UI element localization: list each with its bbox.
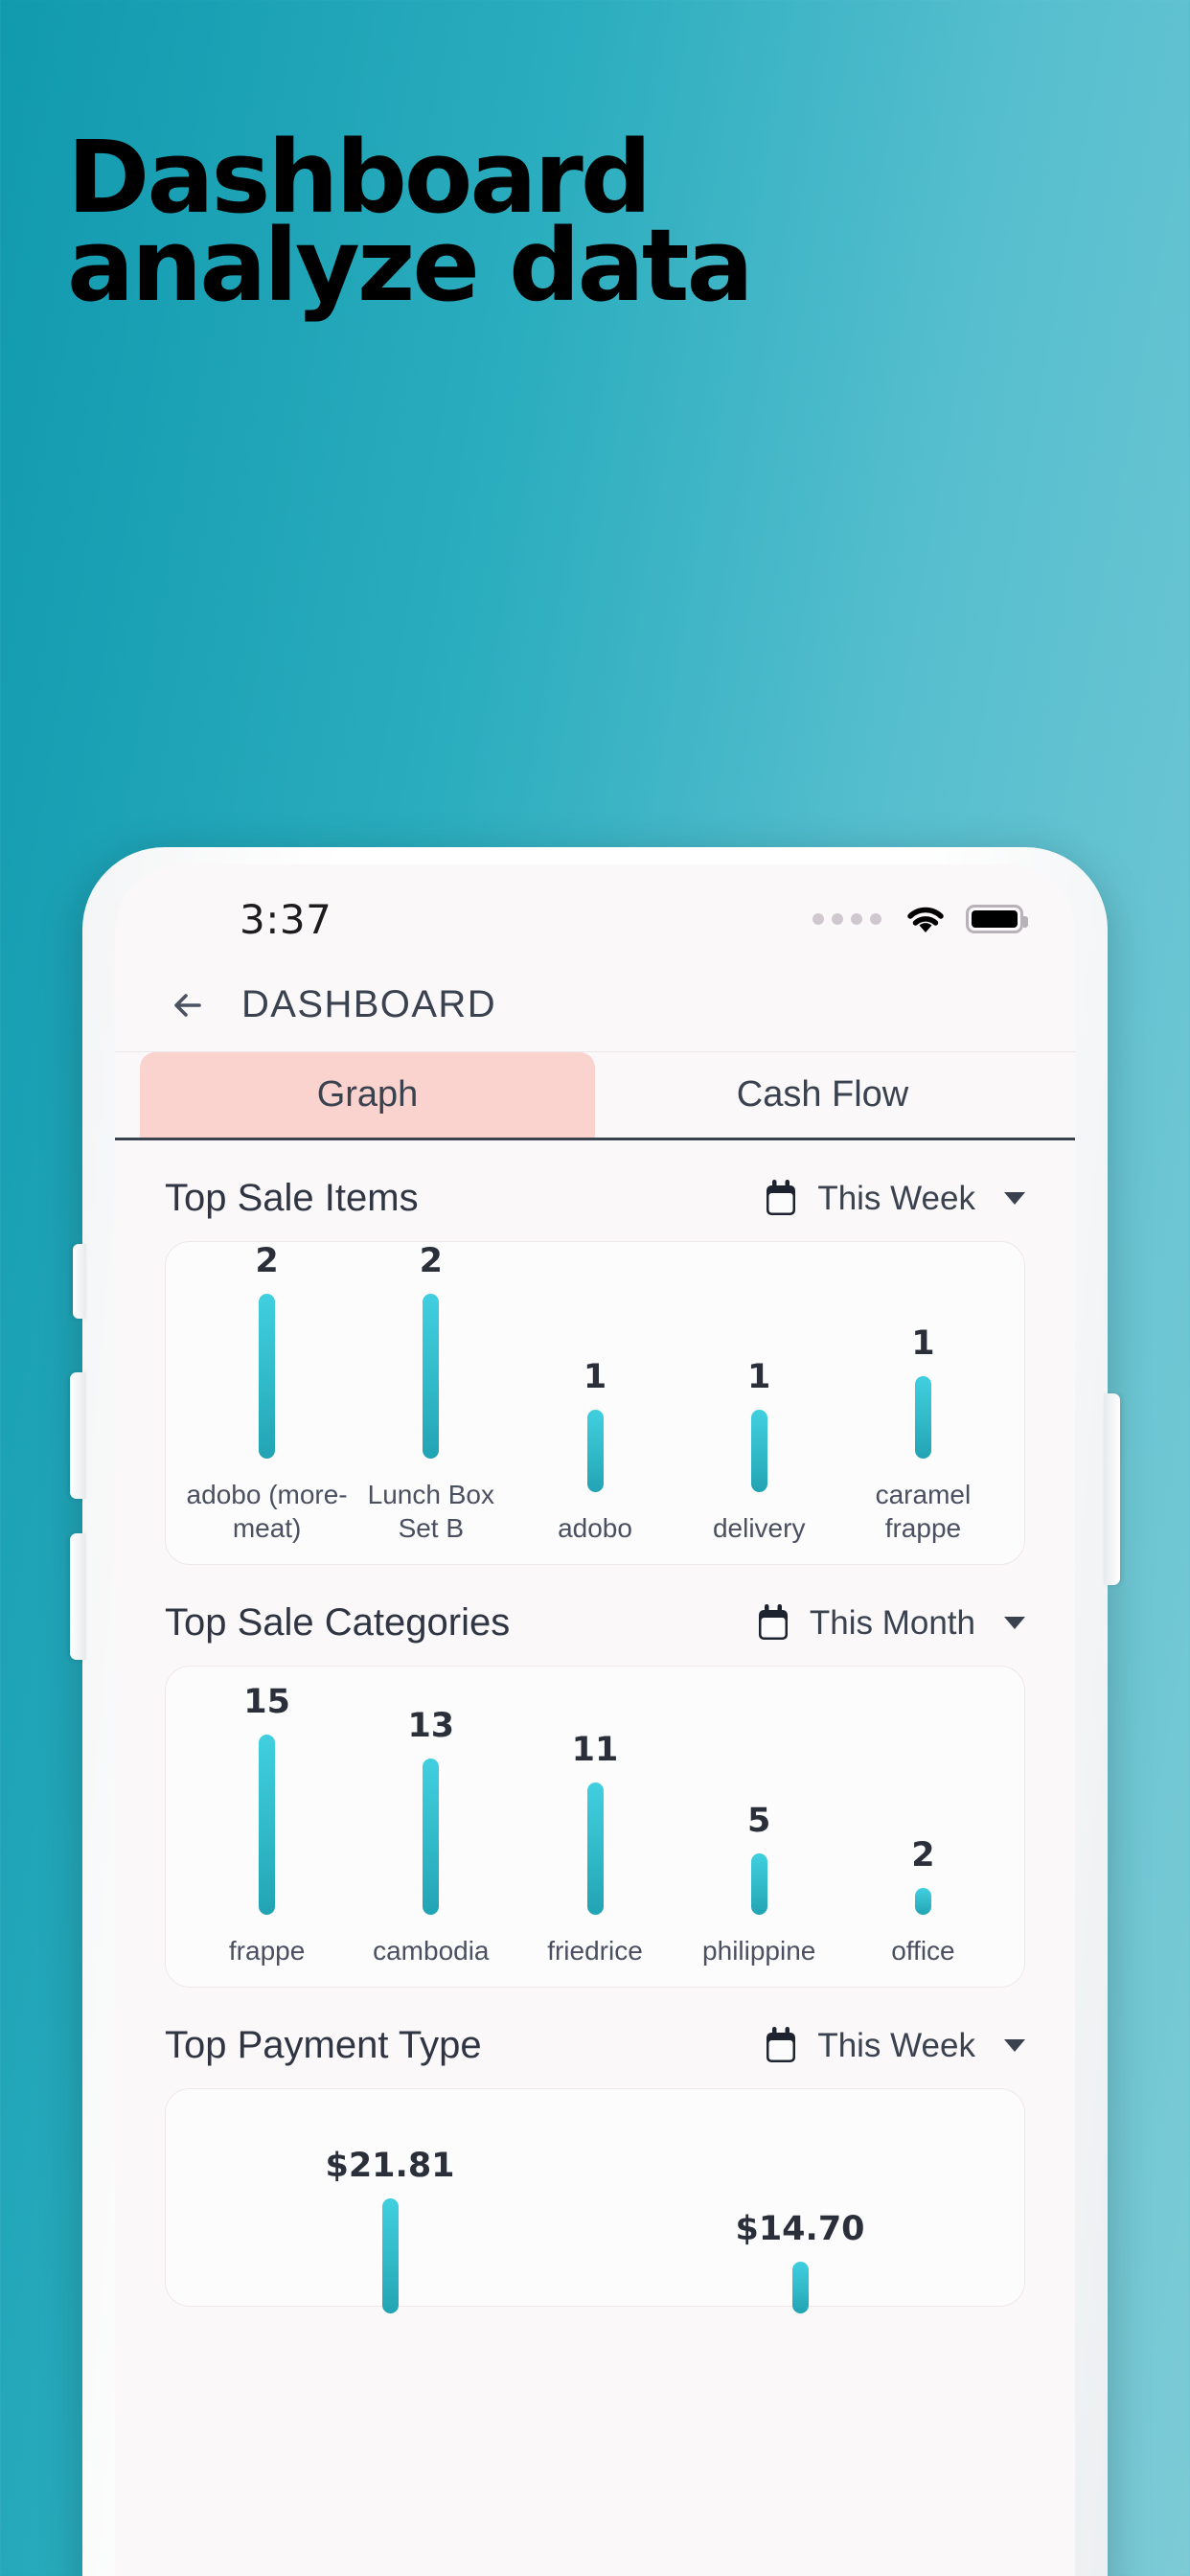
navbar: DASHBOARD — [115, 958, 1075, 1052]
section-header-top-payment-type: Top Payment Type This Week — [142, 1988, 1048, 2088]
bar-category-label: adobo (more-meat) — [186, 1480, 348, 1543]
bar-chart-top-sale-categories: 15 frappe 13 cambodia 11 friedrice 5 phi… — [185, 1683, 1005, 1967]
calendar-icon — [756, 1603, 790, 1643]
phone-volume-up-button[interactable] — [70, 1372, 86, 1499]
bar-category-label: cambodia — [373, 1936, 490, 1966]
bar[interactable] — [750, 1853, 767, 1915]
tab-cash-flow[interactable]: Cash Flow — [595, 1052, 1050, 1138]
bar-column[interactable]: 13 cambodia — [349, 1707, 513, 1967]
bar-column[interactable]: 11 friedrice — [513, 1731, 676, 1967]
bar-value-label: 1 — [747, 1358, 771, 1396]
bar-value-label: $14.70 — [735, 2210, 865, 2248]
bar-value-label: $21.81 — [325, 2147, 455, 2185]
arrow-left-icon[interactable] — [167, 983, 211, 1027]
marketing-headline: Dashboard analyze data — [67, 127, 929, 324]
date-range-picker-items[interactable]: This Week — [764, 1179, 1025, 1218]
bar-category-label: philippine — [702, 1936, 816, 1966]
phone-frame: 3:37 DASHBOARD Graph Cash Flow Top Sale … — [70, 847, 1120, 2576]
bar-category-label: delivery — [712, 1513, 806, 1543]
dashboard-content: Top Sale Items This Week 2 adobo (more-m… — [115, 1140, 1075, 2313]
bar[interactable] — [423, 1759, 440, 1915]
bar-column[interactable]: 2 Lunch Box Set B — [349, 1242, 513, 1545]
phone-power-button[interactable] — [1104, 1393, 1120, 1585]
chevron-down-icon[interactable] — [1004, 2039, 1025, 2052]
bar[interactable] — [791, 2262, 809, 2313]
bar-column[interactable]: 1 delivery — [677, 1358, 841, 1545]
bar[interactable] — [259, 1294, 276, 1459]
bar-value-label: 11 — [571, 1731, 619, 1769]
chart-card-top-sale-categories: 15 frappe 13 cambodia 11 friedrice 5 phi… — [165, 1666, 1025, 1988]
phone-mockup: 3:37 DASHBOARD Graph Cash Flow Top Sale … — [67, 847, 1123, 2576]
bar-column[interactable]: 1 adobo — [513, 1358, 676, 1545]
bar-category-label: adobo — [558, 1513, 632, 1543]
battery-full-icon — [966, 905, 1028, 933]
bar[interactable] — [586, 1782, 604, 1915]
bar-column[interactable]: 5 philippine — [677, 1802, 841, 1967]
section-title: Top Sale Items — [165, 1177, 419, 1219]
bar-category-label: Lunch Box Set B — [367, 1480, 494, 1543]
bar-category-label: office — [891, 1936, 955, 1966]
chart-card-top-sale-items: 2 adobo (more-meat) 2 Lunch Box Set B 1 — [165, 1241, 1025, 1565]
bar-column[interactable]: 2 office — [841, 1836, 1005, 1967]
status-bar: 3:37 — [115, 864, 1075, 958]
section-header-top-sale-categories: Top Sale Categories This Month — [142, 1565, 1048, 1666]
date-range-label: This Week — [817, 2026, 975, 2064]
bar-value-label: 2 — [911, 1836, 935, 1874]
date-range-label: This Month — [809, 1603, 975, 1642]
bar-value-label: 1 — [911, 1324, 935, 1363]
bar-chart-top-payment-type: $21.81 $14.70 — [185, 2114, 1005, 2313]
phone-screen: 3:37 DASHBOARD Graph Cash Flow Top Sale … — [115, 864, 1075, 2576]
date-range-picker-payment[interactable]: This Week — [764, 2026, 1025, 2065]
calendar-icon — [764, 1179, 798, 1218]
bar-column[interactable]: $21.81 — [185, 2147, 595, 2313]
section-header-top-sale-items: Top Sale Items This Week — [142, 1140, 1048, 1241]
bar-value-label: 1 — [583, 1358, 607, 1396]
bar-category-label: friedrice — [547, 1936, 643, 1966]
bar-column[interactable]: 15 frappe — [185, 1683, 349, 1967]
bar-value-label: 15 — [243, 1683, 290, 1721]
bar[interactable] — [914, 1376, 931, 1459]
tab-graph[interactable]: Graph — [140, 1052, 595, 1138]
phone-volume-down-button[interactable] — [70, 1533, 86, 1660]
wifi-icon — [904, 904, 947, 934]
section-title: Top Payment Type — [165, 2024, 482, 2066]
status-time: 3:37 — [240, 895, 332, 943]
bar-value-label: 5 — [747, 1802, 771, 1840]
bar-value-label: 2 — [255, 1242, 279, 1280]
bar[interactable] — [259, 1735, 276, 1915]
bar-column[interactable]: 1 caramel frappe — [841, 1324, 1005, 1545]
bar-chart-top-sale-items: 2 adobo (more-meat) 2 Lunch Box Set B 1 — [185, 1242, 1005, 1545]
page-title: DASHBOARD — [241, 983, 496, 1025]
tab-graph-label: Graph — [316, 1074, 419, 1115]
bar[interactable] — [586, 1410, 604, 1492]
bar-column[interactable]: 2 adobo (more-meat) — [185, 1242, 349, 1545]
phone-mute-switch[interactable] — [73, 1244, 86, 1319]
signal-dots-icon — [812, 913, 881, 925]
bar[interactable] — [423, 1294, 440, 1459]
chevron-down-icon[interactable] — [1004, 1192, 1025, 1205]
section-title: Top Sale Categories — [165, 1601, 511, 1644]
bar[interactable] — [750, 1410, 767, 1492]
bar-category-label: caramel frappe — [875, 1480, 972, 1543]
bar[interactable] — [381, 2198, 399, 2313]
date-range-picker-categories[interactable]: This Month — [756, 1603, 1025, 1643]
tab-cash-flow-label: Cash Flow — [736, 1074, 909, 1115]
headline-line-2: analyze data — [67, 206, 754, 324]
chart-card-top-payment-type: $21.81 $14.70 — [165, 2088, 1025, 2313]
bar-category-label: frappe — [228, 1936, 306, 1966]
status-icons — [812, 904, 1028, 934]
tab-bar: Graph Cash Flow — [115, 1052, 1075, 1140]
bar[interactable] — [914, 1888, 931, 1915]
calendar-icon — [764, 2026, 798, 2065]
bar-column[interactable]: $14.70 — [595, 2147, 1005, 2313]
bar-value-label: 13 — [407, 1707, 455, 1745]
date-range-label: This Week — [817, 1179, 975, 1217]
bar-value-label: 2 — [419, 1242, 443, 1280]
chevron-down-icon[interactable] — [1004, 1617, 1025, 1629]
